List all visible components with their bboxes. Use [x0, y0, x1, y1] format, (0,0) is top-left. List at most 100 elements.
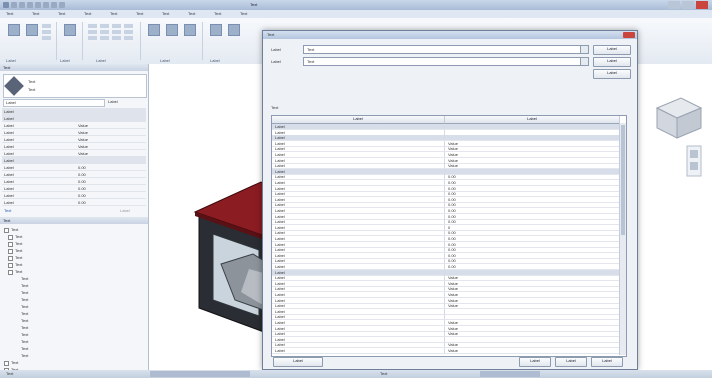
view-control-bar[interactable] [150, 371, 250, 377]
host-button[interactable] [226, 22, 240, 42]
tree-item[interactable]: Text [14, 290, 28, 296]
parameter-value[interactable]: Value [448, 303, 613, 308]
duplicate-button[interactable]: Label [593, 57, 631, 67]
copy-button[interactable] [42, 30, 51, 34]
apply-dialog-button[interactable]: Label [591, 357, 623, 367]
tab-9[interactable]: Text [240, 11, 247, 17]
parameter-value[interactable]: Value [448, 298, 613, 303]
parameter-value[interactable]: Value [448, 152, 613, 157]
tab-4[interactable]: Text [110, 11, 117, 17]
parameter-value[interactable]: Value [448, 281, 613, 286]
edit-family-button[interactable] [208, 22, 222, 42]
tree-item[interactable]: Text [8, 262, 22, 268]
tree-item[interactable]: Text [14, 297, 28, 303]
paste-button[interactable] [24, 22, 38, 42]
scale-button[interactable] [124, 24, 133, 28]
parameter-value[interactable]: 0.00 [448, 236, 613, 241]
tab-7[interactable]: Text [188, 11, 195, 17]
ok-button[interactable]: Label [519, 357, 551, 367]
property-row[interactable]: Label Value [2, 150, 146, 157]
type-dropdown[interactable]: Text [303, 57, 589, 66]
undo-icon[interactable] [27, 2, 33, 8]
parameter-value[interactable]: 0.00 [448, 264, 613, 269]
parameter-row[interactable]: Label Value [272, 348, 619, 354]
parameter-value[interactable]: Value [448, 342, 613, 347]
parameter-value[interactable]: 0.00 [448, 174, 613, 179]
array-button[interactable] [112, 36, 121, 40]
minimize-button[interactable] [668, 1, 680, 9]
tree-item[interactable]: Text [14, 276, 28, 282]
tree-item[interactable]: Text [8, 241, 22, 247]
tree-item[interactable]: Text [14, 325, 28, 331]
worksets-control[interactable] [480, 371, 540, 377]
print-icon[interactable] [43, 2, 49, 8]
property-row[interactable]: Label 0.00 [2, 192, 146, 199]
table-scrollbar[interactable] [619, 123, 626, 355]
property-row[interactable]: Label 0.00 [2, 199, 146, 206]
align-button[interactable] [88, 24, 97, 28]
parameter-value[interactable]: 0 [448, 225, 613, 230]
tree-item[interactable]: Text [8, 269, 22, 275]
parameter-value[interactable]: 0.00 [448, 180, 613, 185]
text-tool-icon[interactable] [59, 2, 65, 8]
delete-button[interactable] [124, 36, 133, 40]
tree-item[interactable]: Text [4, 360, 18, 366]
parameter-value[interactable]: 0.00 [448, 219, 613, 224]
parameter-value[interactable]: 0.00 [448, 208, 613, 213]
edit-type-button[interactable]: Label [108, 99, 146, 105]
parameter-value[interactable]: 0.00 [448, 191, 613, 196]
tree-item[interactable]: Text [14, 311, 28, 317]
tab-6[interactable]: Text [162, 11, 169, 17]
dialog-close-button[interactable] [623, 32, 635, 38]
tree-item[interactable]: Text [14, 346, 28, 352]
dialog-title-bar[interactable]: Text [263, 31, 637, 39]
close-window-button[interactable] [696, 1, 708, 9]
copy-tool-button[interactable] [100, 30, 109, 34]
parameter-value[interactable]: 0.00 [448, 202, 613, 207]
open-icon[interactable] [11, 2, 17, 8]
split-button[interactable] [112, 30, 121, 34]
property-row[interactable]: Label 0.00 [2, 178, 146, 185]
property-row[interactable]: Label 0.00 [2, 164, 146, 171]
tree-item[interactable]: Text [4, 227, 18, 233]
view-cube-icon[interactable] [655, 97, 703, 139]
parameter-value[interactable]: Value [448, 348, 613, 353]
property-row[interactable]: Label Value [2, 143, 146, 150]
parameter-value[interactable]: Value [448, 146, 613, 151]
property-row[interactable]: Label Value [2, 122, 146, 129]
parameter-value[interactable]: 0.00 [448, 258, 613, 263]
load-button[interactable]: Label [593, 45, 631, 55]
tab-1[interactable]: Text [32, 11, 39, 17]
tree-item[interactable]: Text [8, 234, 22, 240]
tree-item[interactable]: Text [14, 339, 28, 345]
apply-button[interactable]: Label [120, 208, 144, 213]
parameter-value[interactable]: Value [448, 158, 613, 163]
parameter-value[interactable]: Value [448, 292, 613, 297]
rotate-button[interactable] [100, 36, 109, 40]
app-menu-icon[interactable] [3, 2, 9, 8]
preview-button[interactable]: Label [273, 357, 323, 367]
parameter-value[interactable]: Value [448, 331, 613, 336]
measure-icon[interactable] [51, 2, 57, 8]
parameter-value[interactable]: Value [448, 320, 613, 325]
tree-item[interactable]: Text [8, 255, 22, 261]
type-selector[interactable]: Text Text [3, 74, 147, 98]
join-button[interactable] [42, 36, 51, 40]
create-button[interactable] [182, 22, 196, 42]
cut-button[interactable] [42, 24, 51, 28]
tab-8[interactable]: Text [214, 11, 221, 17]
type-properties-button[interactable] [62, 22, 76, 42]
properties-help-link[interactable]: Text [4, 208, 64, 213]
column-header-parameter[interactable]: Label [272, 116, 445, 124]
parameter-value[interactable]: Value [448, 163, 613, 168]
rename-button[interactable]: Label [593, 69, 631, 79]
parameter-value[interactable]: 0.00 [448, 197, 613, 202]
property-row[interactable]: Label 0.00 [2, 185, 146, 192]
parameter-value[interactable]: Value [448, 286, 613, 291]
parameter-value[interactable]: Value [448, 326, 613, 331]
property-row[interactable]: Label Value [2, 136, 146, 143]
trim-button[interactable] [112, 24, 121, 28]
parameter-value[interactable]: 0.00 [448, 242, 613, 247]
property-row[interactable]: Label 0.00 [2, 171, 146, 178]
tree-item[interactable]: Text [8, 248, 22, 254]
